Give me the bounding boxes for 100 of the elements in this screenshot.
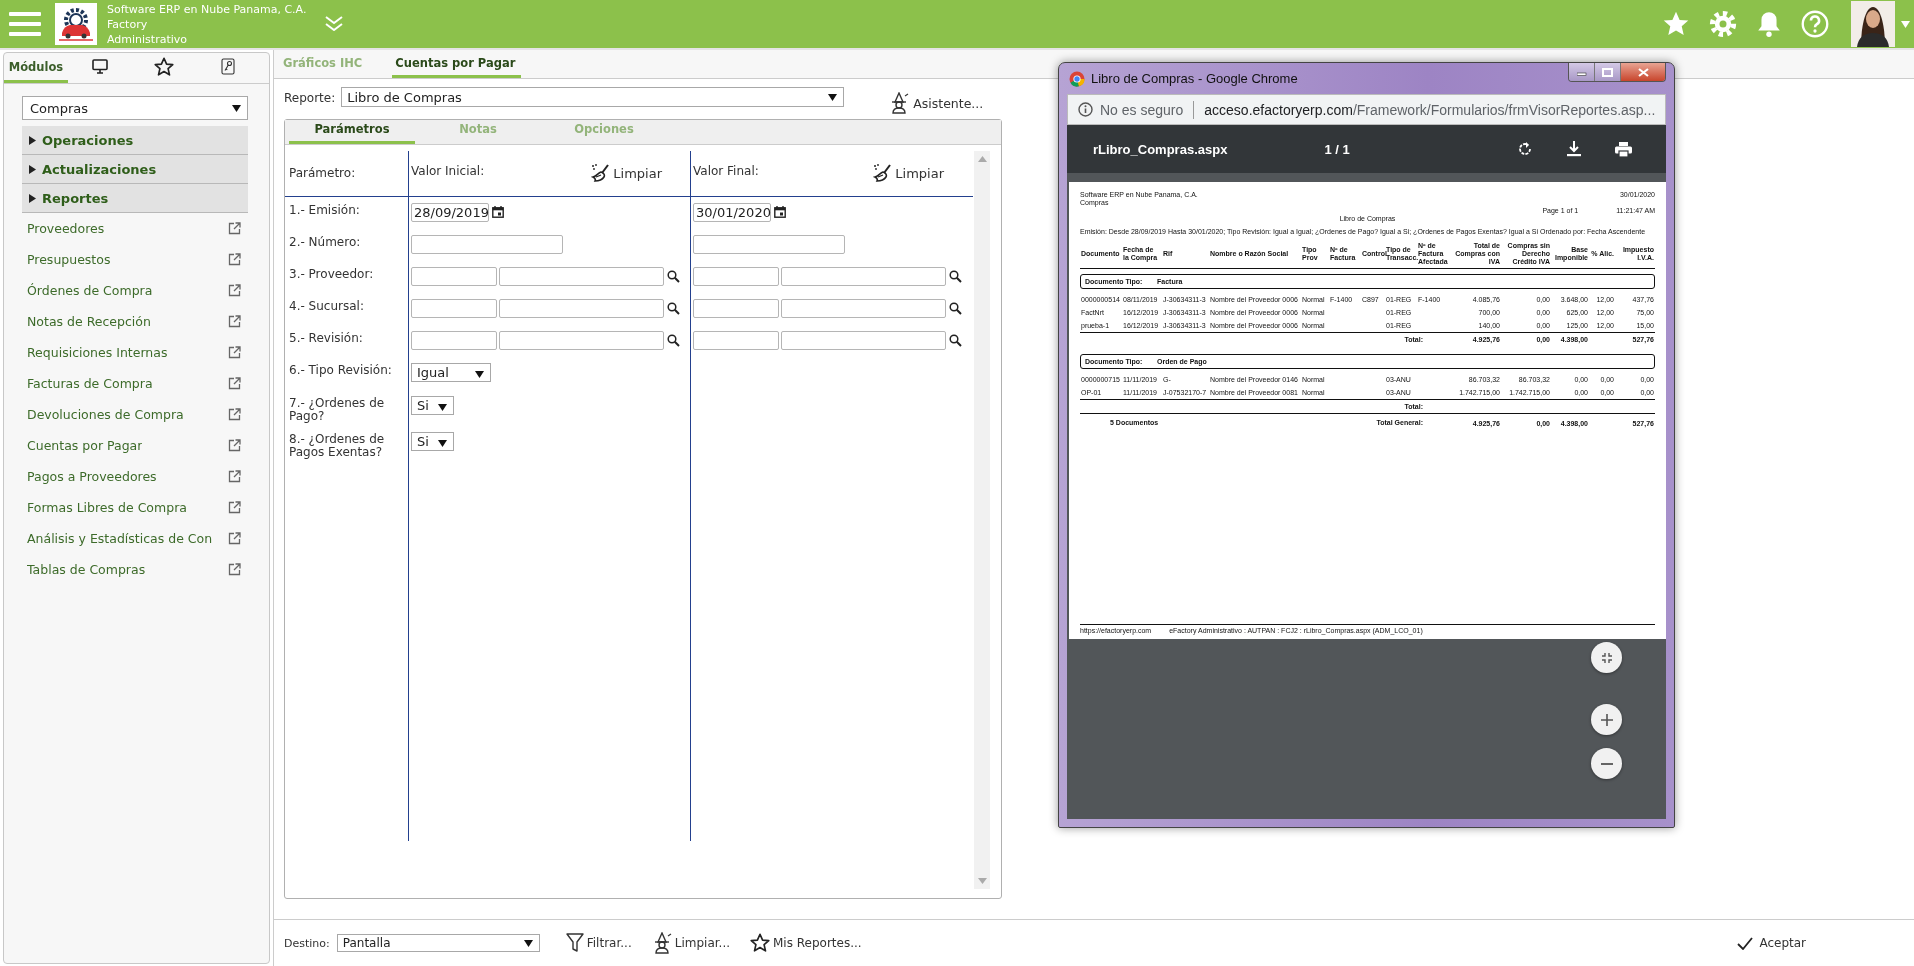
dropdown[interactable]: Igual <box>411 363 491 382</box>
search-icon[interactable] <box>667 334 680 347</box>
menu-link[interactable]: Órdenes de Compra <box>27 283 153 298</box>
assistant-button[interactable]: Asistente... <box>889 92 984 114</box>
menu-link[interactable]: Formas Libres de Compra <box>27 500 187 515</box>
input-field[interactable] <box>781 299 946 318</box>
input-field[interactable] <box>693 235 845 254</box>
field-label: Destino: <box>284 936 330 950</box>
rotate-icon[interactable] <box>1517 141 1533 157</box>
input-field[interactable] <box>499 299 664 318</box>
parameter-label: 3.- Proveedor: <box>289 268 374 281</box>
maximize-button[interactable] <box>1594 63 1620 81</box>
search-icon[interactable] <box>949 302 962 315</box>
date-field[interactable]: 30/01/2020 <box>693 203 771 222</box>
destination-dropdown[interactable]: Pantalla <box>336 934 540 952</box>
tab[interactable]: Cuentas por Pagar <box>392 56 522 78</box>
avatar-icon[interactable] <box>1851 1 1895 47</box>
section-header[interactable]: Actualizaciones <box>22 155 248 184</box>
input-field[interactable] <box>693 299 779 318</box>
zoom-in-button[interactable] <box>1591 704 1622 735</box>
external-link-icon[interactable] <box>228 532 241 545</box>
parameter-label: 2.- Número: <box>289 236 361 249</box>
parameter-label: 8.- ¿Ordenes de Pagos Exentas? <box>289 433 386 459</box>
clear-button[interactable]: Limpiar <box>591 163 662 183</box>
browser-logo-icon <box>1069 70 1085 87</box>
document-title: rLibro_Compras.aspx <box>1093 141 1228 157</box>
external-link-icon[interactable] <box>228 563 241 576</box>
input-field[interactable] <box>693 267 779 286</box>
input-field[interactable] <box>411 235 563 254</box>
parameter-label: 7.- ¿Ordenes de Pago? <box>289 397 386 423</box>
minimize-button[interactable] <box>1569 63 1594 81</box>
star-icon[interactable] <box>1662 10 1690 38</box>
search-icon[interactable] <box>667 270 680 283</box>
calendar-icon[interactable] <box>492 206 504 218</box>
clear-button[interactable]: Limpiar <box>873 163 944 183</box>
input-field[interactable] <box>693 331 779 350</box>
external-link-icon[interactable] <box>228 470 241 483</box>
external-link-icon[interactable] <box>228 253 241 266</box>
broom-icon <box>873 163 894 183</box>
section-header[interactable]: Operaciones <box>22 126 248 155</box>
menu-link[interactable]: Tablas de Compras <box>27 562 146 577</box>
maximize-icon <box>1602 67 1613 77</box>
external-link-icon[interactable] <box>228 315 241 328</box>
search-icon[interactable] <box>949 270 962 283</box>
menu-link[interactable]: Análisis y Estadísticas de Con <box>27 531 212 546</box>
calendar-icon[interactable] <box>774 206 786 218</box>
close-icon <box>1637 67 1649 77</box>
menu-link[interactable]: Facturas de Compra <box>27 376 153 391</box>
external-link-icon[interactable] <box>228 222 241 235</box>
external-link-icon[interactable] <box>228 408 241 421</box>
search-icon[interactable] <box>667 302 680 315</box>
external-link-icon[interactable] <box>228 501 241 514</box>
menu-link[interactable]: Devoluciones de Compra <box>27 407 184 422</box>
input-field[interactable] <box>781 267 946 286</box>
dropdown[interactable]: Si <box>411 432 454 451</box>
section-header[interactable]: Reportes <box>22 184 248 213</box>
caret-icon <box>438 403 447 411</box>
print-icon[interactable] <box>1615 141 1632 157</box>
action-button[interactable]: Filtrar... <box>565 933 632 953</box>
external-link-icon[interactable] <box>228 284 241 297</box>
action-button[interactable]: Limpiar... <box>651 932 730 954</box>
external-link-icon[interactable] <box>228 346 241 359</box>
search-icon[interactable] <box>949 334 962 347</box>
menu-link[interactable]: Presupuestos <box>27 252 111 267</box>
menu-link[interactable]: Proveedores <box>27 221 105 236</box>
zoom-out-button[interactable] <box>1591 748 1622 779</box>
input-field[interactable] <box>781 331 946 350</box>
tab[interactable]: Parámetros <box>289 120 415 144</box>
menu-link[interactable]: Notas de Recepción <box>27 314 151 329</box>
product-name: Factory <box>107 16 149 32</box>
accept-button[interactable]: Aceptar <box>1737 936 1806 950</box>
check-icon <box>1737 936 1754 950</box>
input-field[interactable] <box>499 267 664 286</box>
scroll-down-icon <box>977 878 987 884</box>
parameter-label: 6.- Tipo Revisión: <box>289 364 392 377</box>
close-button[interactable] <box>1620 63 1665 81</box>
parameter-label: 4.- Sucursal: <box>289 300 364 313</box>
menu-link[interactable]: Pagos a Proveedores <box>27 469 157 484</box>
report-dropdown[interactable]: Libro de Compras <box>341 87 845 107</box>
window-title: Libro de Compras - Google Chrome <box>1091 71 1298 86</box>
plus-icon <box>1600 713 1613 726</box>
caret-right-icon <box>29 135 36 145</box>
module-dropdown[interactable]: Compras <box>22 96 248 120</box>
input-field[interactable] <box>411 267 497 286</box>
sidebar-tab[interactable]: Módulos <box>4 53 68 83</box>
input-field[interactable] <box>499 331 664 350</box>
action-button[interactable]: Mis Reportes... <box>750 933 862 953</box>
parameter-label: 1.- Emisión: <box>289 204 360 217</box>
menu-link[interactable]: Cuentas por Pagar <box>27 438 143 453</box>
external-link-icon[interactable] <box>228 377 241 390</box>
dropdown[interactable]: Si <box>411 396 454 415</box>
menu-link[interactable]: Requisiciones Internas <box>27 345 168 360</box>
download-icon[interactable] <box>1567 141 1581 157</box>
fit-page-button[interactable] <box>1591 642 1622 673</box>
input-field[interactable] <box>411 299 497 318</box>
address-bar[interactable]: No es seguro acceso.efactoryerp.com/Framework/Formularios/frmVisorReportes.asp... <box>1067 94 1666 125</box>
external-link-icon[interactable] <box>228 439 241 452</box>
date-field[interactable]: 28/09/2019 <box>411 203 489 222</box>
input-field[interactable] <box>411 331 497 350</box>
column-header: Valor Inicial: <box>411 164 485 178</box>
